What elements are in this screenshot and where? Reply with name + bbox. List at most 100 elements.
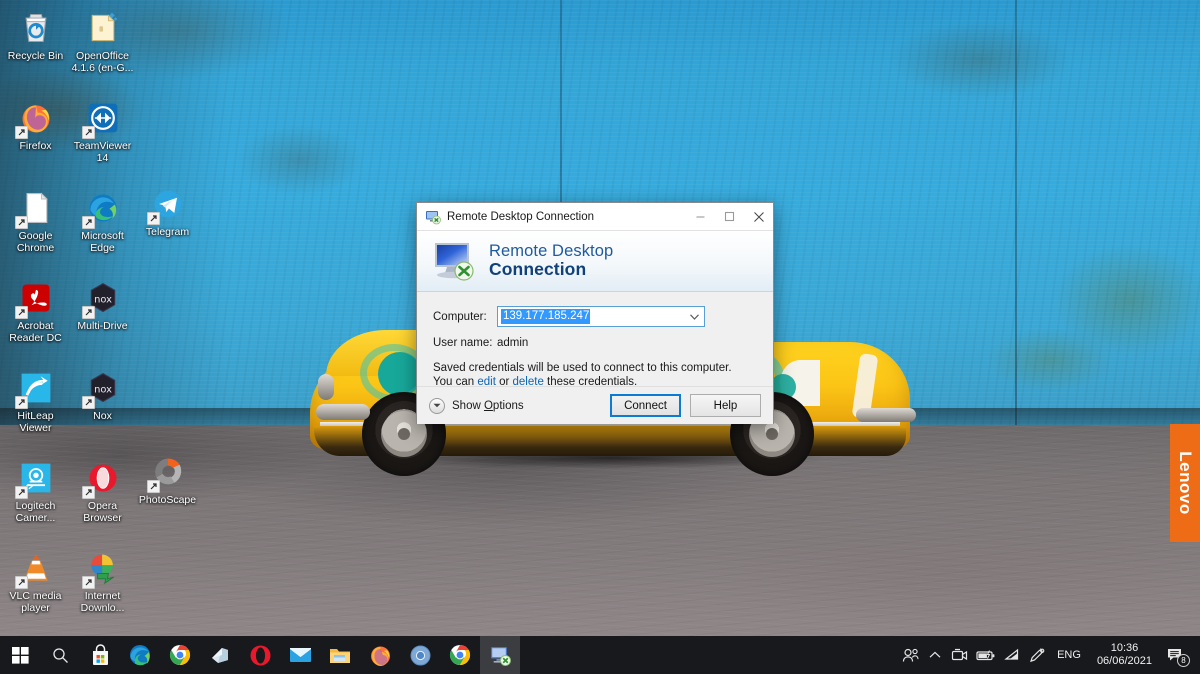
show-options-pre: Show	[452, 399, 484, 412]
chevron-down-icon[interactable]	[685, 307, 704, 326]
taskbar-firefox[interactable]	[360, 636, 400, 674]
taskbar-remote-desktop-connection[interactable]	[480, 636, 520, 674]
vlc-icon	[14, 548, 56, 589]
desktop-icon-label: Nox	[93, 410, 112, 422]
minimize-button[interactable]	[686, 203, 715, 231]
desktop-icon-label: Firefox	[19, 140, 52, 152]
logitech-camera-icon	[14, 458, 56, 499]
taskbar-mail[interactable]	[280, 636, 320, 674]
taskbar[interactable]: ENG 10:36 06/06/2021 8	[0, 636, 1200, 674]
desktop-icon-label: OpenOffice 4.1.6 (en-G...	[71, 50, 134, 74]
notifications-icon[interactable]: 8	[1160, 636, 1194, 674]
nox-icon: nox	[81, 278, 123, 319]
wifi-icon[interactable]	[1000, 636, 1025, 674]
desktop-icon-label: HitLeap Viewer	[17, 410, 54, 434]
nox-icon: nox	[81, 368, 123, 409]
desktop-icon-label: PhotoScape	[138, 494, 197, 506]
dialog-footer: Show Options Connect Help	[417, 386, 773, 424]
help-button[interactable]: Help	[690, 394, 761, 417]
notifications-badge: 8	[1177, 654, 1190, 667]
edge-icon	[81, 188, 123, 229]
openoffice-icon	[83, 8, 123, 48]
start-button[interactable]	[0, 636, 40, 674]
taskbar-google-chrome[interactable]	[160, 636, 200, 674]
show-options-accesskey: O	[483, 399, 493, 412]
search-icon[interactable]	[40, 636, 80, 674]
taskbar-microsoft-store[interactable]	[80, 636, 120, 674]
remote-desktop-connection-dialog[interactable]: Remote Desktop Connection Remote Desktop…	[416, 202, 774, 424]
show-options-post: ptions	[492, 399, 524, 412]
battery-icon[interactable]	[972, 636, 1000, 674]
desktop-icon-multi-drive[interactable]: nox Multi-Drive	[69, 274, 136, 364]
computer-input[interactable]: 139.177.185.247	[497, 306, 705, 327]
desktop-icon-microsoft-edge[interactable]: Microsoft Edge	[69, 184, 136, 274]
desktop[interactable]: Lenovo Recycle Bin OpenOffice 4.1.6 (en-…	[0, 0, 1200, 674]
svg-text:nox: nox	[94, 295, 112, 306]
dialog-buttons: Connect Help	[610, 394, 761, 417]
firefox-icon	[14, 98, 56, 139]
desktop-icon-label: VLC media player	[9, 590, 62, 614]
computer-row: Computer: 139.177.185.247	[433, 306, 759, 327]
show-options-button[interactable]: Show Options	[429, 397, 524, 414]
dialog-body: Computer: 139.177.185.247 User name: adm…	[417, 292, 773, 424]
desktop-icon-telegram[interactable]: Telegram	[134, 180, 201, 239]
banner-line-1: Remote Desktop	[489, 242, 614, 261]
clock[interactable]: 10:36 06/06/2021	[1089, 642, 1160, 668]
camera-icon[interactable]	[947, 636, 972, 674]
taskbar-chromium[interactable]	[400, 636, 440, 674]
desktop-icon-label: Recycle Bin	[7, 50, 64, 62]
shortcut-overlay-icon	[81, 576, 95, 589]
desktop-icon-google-chrome[interactable]: Google Chrome	[2, 184, 69, 274]
lenovo-badge: Lenovo	[1170, 424, 1200, 542]
people-icon[interactable]	[898, 636, 923, 674]
shortcut-overlay-icon	[81, 126, 95, 139]
maximize-button[interactable]	[715, 203, 744, 231]
desktop-icon-label: Acrobat Reader DC	[9, 320, 62, 344]
acrobat-reader-icon	[14, 278, 56, 319]
desktop-icon-label: Opera Browser	[83, 500, 122, 524]
pen-icon[interactable]	[1025, 636, 1049, 674]
desktop-icon-firefox[interactable]: Firefox	[2, 94, 69, 184]
shortcut-overlay-icon	[81, 306, 95, 319]
desktop-icon-opera-browser[interactable]: Opera Browser	[69, 454, 136, 544]
desktop-icon-grid: Recycle Bin OpenOffice 4.1.6 (en-G... Fi…	[0, 4, 200, 634]
taskbar-chrome-second[interactable]	[440, 636, 480, 674]
desktop-icon-recycle-bin[interactable]: Recycle Bin	[2, 4, 69, 94]
desktop-icon-teamviewer[interactable]: TeamViewer 14	[69, 94, 136, 184]
svg-text:nox: nox	[94, 385, 112, 396]
language-indicator[interactable]: ENG	[1049, 649, 1089, 661]
teamviewer-icon	[81, 98, 123, 139]
document-icon	[14, 188, 56, 229]
taskbar-microsoft-edge[interactable]	[120, 636, 160, 674]
desktop-icon-acrobat-reader[interactable]: Acrobat Reader DC	[2, 274, 69, 364]
shortcut-overlay-icon	[14, 216, 28, 229]
username-value: admin	[497, 337, 529, 349]
clock-time: 10:36	[1110, 642, 1139, 654]
desktop-icon-internet-download-manager[interactable]: Internet Downlo...	[69, 544, 136, 634]
dialog-title-bar[interactable]: Remote Desktop Connection	[417, 203, 773, 231]
desktop-icon-logitech-camera[interactable]: Logitech Camer...	[2, 454, 69, 544]
username-row: User name: admin	[433, 337, 759, 349]
connect-button[interactable]: Connect	[610, 394, 681, 417]
taskbar-opera-browser[interactable]	[240, 636, 280, 674]
shortcut-overlay-icon	[14, 576, 28, 589]
close-button[interactable]	[744, 203, 773, 231]
credentials-text: Saved credentials will be used to connec…	[433, 361, 759, 389]
taskbar-office-app[interactable]	[200, 636, 240, 674]
clock-date: 06/06/2021	[1096, 655, 1152, 667]
shortcut-overlay-icon	[14, 486, 28, 499]
dialog-banner: Remote Desktop Connection	[417, 231, 773, 292]
photoscape-icon	[146, 452, 188, 493]
desktop-icon-photoscape[interactable]: PhotoScape	[134, 448, 201, 507]
taskbar-file-explorer[interactable]	[320, 636, 360, 674]
desktop-icon-hitleap-viewer[interactable]: HitLeap Viewer	[2, 364, 69, 454]
chevron-up-icon[interactable]	[923, 636, 947, 674]
opera-icon	[81, 458, 123, 499]
desktop-icon-openoffice[interactable]: OpenOffice 4.1.6 (en-G...	[69, 4, 136, 94]
idm-icon	[81, 548, 123, 589]
desktop-icon-label: Google Chrome	[16, 230, 55, 254]
shortcut-overlay-icon	[81, 216, 95, 229]
desktop-icon-vlc[interactable]: VLC media player	[2, 544, 69, 634]
show-options-label: Show Options	[452, 400, 524, 412]
desktop-icon-nox[interactable]: nox Nox	[69, 364, 136, 454]
